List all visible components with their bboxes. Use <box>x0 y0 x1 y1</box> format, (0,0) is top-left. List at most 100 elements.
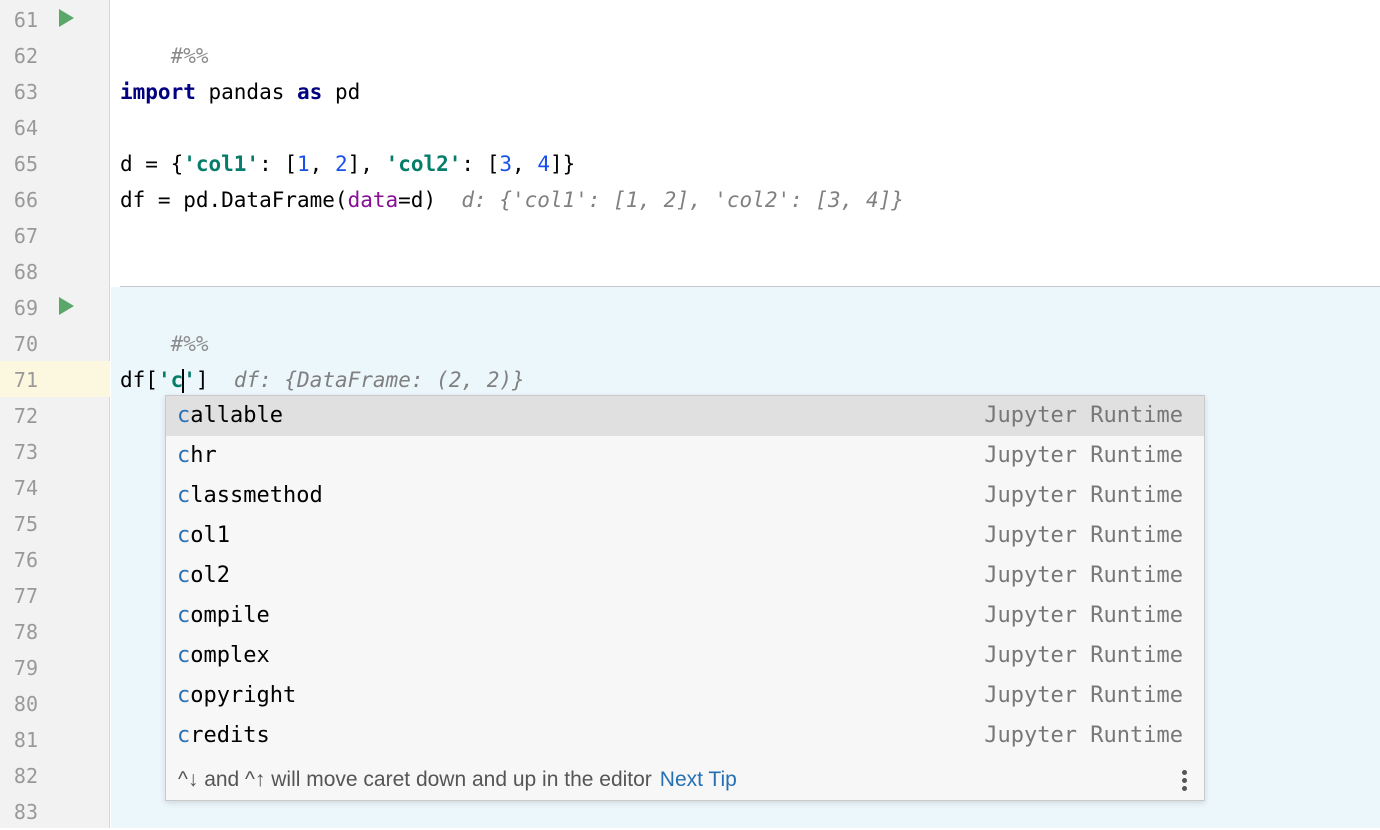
string-literal: 'c <box>157 368 184 392</box>
completion-item-label: complex <box>177 636 270 676</box>
completion-item-rest: allable <box>190 403 283 428</box>
run-cell-icon[interactable] <box>59 297 74 315</box>
line-number: 75 <box>13 512 38 536</box>
code-text: ], <box>347 152 386 176</box>
line-number: 70 <box>13 332 38 356</box>
code-text: ] <box>195 368 209 392</box>
completion-item[interactable]: compile Jupyter Runtime <box>166 596 1204 636</box>
code-line-71[interactable]: df['c'] df: {DataFrame: (2, 2)} <box>120 362 525 398</box>
next-tip-link[interactable]: Next Tip <box>660 768 737 791</box>
completion-item-source: Jupyter Runtime <box>984 483 1183 508</box>
completion-popup[interactable]: callable Jupyter Runtime chr Jupyter Runtim… <box>165 395 1205 801</box>
completion-item-label: copyright <box>177 676 296 716</box>
line-number: 74 <box>13 476 38 500</box>
completion-item[interactable]: chr Jupyter Runtime <box>166 436 1204 476</box>
line-number: 68 <box>13 260 38 284</box>
string-literal: 'col2' <box>385 152 462 176</box>
code-line-69[interactable]: #%% <box>120 290 209 356</box>
code-editor[interactable]: 61 62 63 64 65 66 67 68 69 70 71 72 73 74 75 76 77 78 79 80… <box>0 0 1380 828</box>
matched-prefix: c <box>177 563 191 588</box>
matched-prefix: c <box>177 443 191 468</box>
tip-text: ^↓ and ^↑ will move caret down and up in… <box>178 768 737 791</box>
matched-prefix: c <box>177 683 191 708</box>
string-literal: 'col1' <box>183 152 260 176</box>
code-line-63[interactable]: import pandas as pd <box>120 74 360 110</box>
inline-value-hint: df: {DataFrame: (2, 2)} <box>233 368 525 392</box>
completion-item-source: Jupyter Runtime <box>984 723 1183 748</box>
completion-item-source: Jupyter Runtime <box>984 523 1183 548</box>
completion-item-label: compile <box>177 596 270 636</box>
line-number: 73 <box>13 440 38 464</box>
line-number: 62 <box>13 44 38 68</box>
completion-item-rest: ompile <box>190 603 270 628</box>
line-number: 65 <box>13 152 38 176</box>
matched-prefix: c <box>177 403 191 428</box>
completion-item[interactable]: credits Jupyter Runtime <box>166 716 1204 756</box>
run-cell-icon[interactable] <box>59 9 74 27</box>
line-number: 80 <box>13 692 38 716</box>
number-literal: 1 <box>297 152 310 176</box>
cell-marker: #%% <box>170 44 209 68</box>
line-number: 82 <box>13 764 38 788</box>
line-number: 78 <box>13 620 38 644</box>
completion-item-source: Jupyter Runtime <box>984 443 1183 468</box>
completion-item[interactable]: complex Jupyter Runtime <box>166 636 1204 676</box>
code-text: ]} <box>549 152 576 176</box>
completion-item[interactable]: col1 Jupyter Runtime <box>166 516 1204 556</box>
module-name: pandas <box>195 80 298 104</box>
code-line-65[interactable]: d = {'col1': [1, 2], 'col2': [3, 4]} <box>120 146 575 182</box>
completion-item-source: Jupyter Runtime <box>984 643 1183 668</box>
code-line-61[interactable]: #%% <box>120 2 209 68</box>
code-text: d = { <box>120 152 184 176</box>
line-number: 64 <box>13 116 38 140</box>
number-literal: 2 <box>334 152 348 176</box>
completion-item-source: Jupyter Runtime <box>984 563 1183 588</box>
completion-item-rest: omplex <box>190 643 270 668</box>
code-text: =d) <box>398 188 437 212</box>
completion-item-label: col1 <box>177 516 230 556</box>
parameter-name: data <box>347 188 399 212</box>
cell-marker: #%% <box>170 332 209 356</box>
completion-item-source: Jupyter Runtime <box>984 403 1183 428</box>
completion-item-source: Jupyter Runtime <box>984 603 1183 628</box>
more-vertical-icon[interactable] <box>1182 770 1188 792</box>
line-number: 61 <box>13 8 38 32</box>
line-number: 76 <box>13 548 38 572</box>
line-number: 79 <box>13 656 38 680</box>
line-number: 83 <box>13 800 38 824</box>
line-number: 81 <box>13 728 38 752</box>
line-number: 67 <box>13 224 38 248</box>
completion-item-rest: lassmethod <box>190 483 323 508</box>
completion-item-rest: opyright <box>190 683 297 708</box>
code-text: , <box>512 152 538 176</box>
code-text: : [ <box>259 152 298 176</box>
alias-name: pd <box>322 80 361 104</box>
number-literal: 3 <box>499 152 513 176</box>
line-number: 77 <box>13 584 38 608</box>
completion-item-rest: redits <box>190 723 270 748</box>
completion-item[interactable]: copyright Jupyter Runtime <box>166 676 1204 716</box>
code-text: df = pd.DataFrame( <box>120 188 348 212</box>
line-number: 66 <box>13 188 38 212</box>
completion-item-rest: ol1 <box>190 523 230 548</box>
matched-prefix: c <box>177 483 191 508</box>
line-number: 69 <box>13 296 38 320</box>
completion-item[interactable]: classmethod Jupyter Runtime <box>166 476 1204 516</box>
completion-item-label: chr <box>177 436 217 476</box>
line-number: 72 <box>13 404 38 428</box>
completion-item[interactable]: col2 Jupyter Runtime <box>166 556 1204 596</box>
keyword: as <box>297 80 323 104</box>
inline-value-hint: d: {'col1': [1, 2], 'col2': [3, 4]} <box>461 188 904 212</box>
completion-item[interactable]: callable Jupyter Runtime <box>166 396 1204 436</box>
completion-item-source: Jupyter Runtime <box>984 683 1183 708</box>
code-text: : [ <box>461 152 500 176</box>
code-line-66[interactable]: df = pd.DataFrame(data=d) d: {'col1': [1… <box>120 182 904 218</box>
matched-prefix: c <box>177 723 191 748</box>
completion-item-rest: hr <box>190 443 217 468</box>
completion-item-rest: ol2 <box>190 563 230 588</box>
completion-item-label: col2 <box>177 556 230 596</box>
keyword: import <box>120 80 196 104</box>
string-literal: ' <box>183 368 196 392</box>
completion-footer: ^↓ and ^↑ will move caret down and up in… <box>166 760 1204 800</box>
code-text: df[ <box>120 368 158 392</box>
